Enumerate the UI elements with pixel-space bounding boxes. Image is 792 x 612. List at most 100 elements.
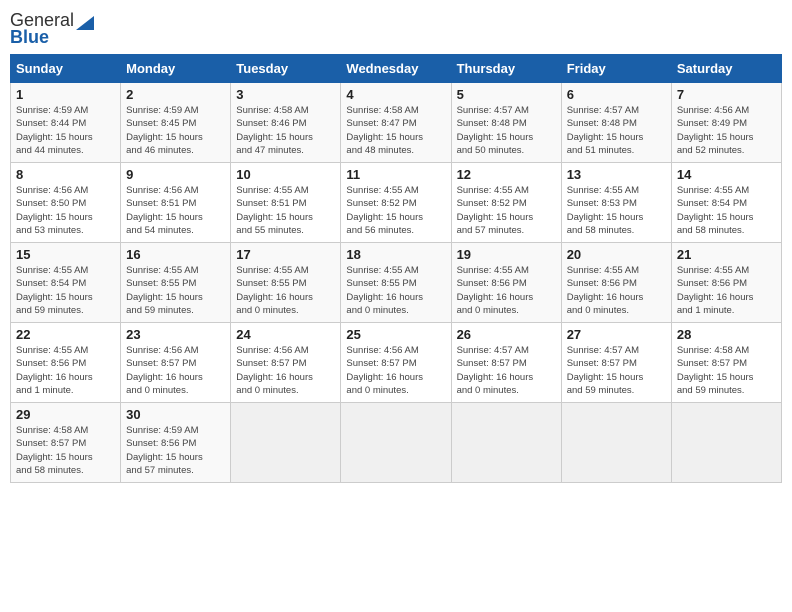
day-number: 15 bbox=[16, 247, 115, 262]
calendar-cell bbox=[231, 403, 341, 483]
day-number: 10 bbox=[236, 167, 335, 182]
calendar-cell: 27 Sunrise: 4:57 AM Sunset: 8:57 PM Dayli… bbox=[561, 323, 671, 403]
day-info: Sunrise: 4:59 AM Sunset: 8:44 PM Dayligh… bbox=[16, 104, 115, 157]
day-number: 3 bbox=[236, 87, 335, 102]
calendar-cell: 25 Sunrise: 4:56 AM Sunset: 8:57 PM Dayli… bbox=[341, 323, 451, 403]
day-info: Sunrise: 4:56 AM Sunset: 8:57 PM Dayligh… bbox=[126, 344, 225, 397]
day-number: 27 bbox=[567, 327, 666, 342]
day-number: 23 bbox=[126, 327, 225, 342]
calendar-week-1: 1 Sunrise: 4:59 AM Sunset: 8:44 PM Daylig… bbox=[11, 83, 782, 163]
day-number: 7 bbox=[677, 87, 776, 102]
logo-blue-text: Blue bbox=[10, 27, 49, 48]
calendar-cell: 23 Sunrise: 4:56 AM Sunset: 8:57 PM Dayli… bbox=[121, 323, 231, 403]
day-info: Sunrise: 4:57 AM Sunset: 8:57 PM Dayligh… bbox=[567, 344, 666, 397]
day-number: 13 bbox=[567, 167, 666, 182]
calendar-cell: 15 Sunrise: 4:55 AM Sunset: 8:54 PM Dayli… bbox=[11, 243, 121, 323]
calendar-cell: 19 Sunrise: 4:55 AM Sunset: 8:56 PM Dayli… bbox=[451, 243, 561, 323]
day-header-monday: Monday bbox=[121, 55, 231, 83]
day-info: Sunrise: 4:56 AM Sunset: 8:49 PM Dayligh… bbox=[677, 104, 776, 157]
day-info: Sunrise: 4:58 AM Sunset: 8:57 PM Dayligh… bbox=[677, 344, 776, 397]
calendar-cell: 20 Sunrise: 4:55 AM Sunset: 8:56 PM Dayli… bbox=[561, 243, 671, 323]
calendar-header-row: SundayMondayTuesdayWednesdayThursdayFrid… bbox=[11, 55, 782, 83]
day-info: Sunrise: 4:55 AM Sunset: 8:55 PM Dayligh… bbox=[236, 264, 335, 317]
calendar-week-5: 29 Sunrise: 4:58 AM Sunset: 8:57 PM Dayli… bbox=[11, 403, 782, 483]
day-number: 19 bbox=[457, 247, 556, 262]
day-info: Sunrise: 4:56 AM Sunset: 8:51 PM Dayligh… bbox=[126, 184, 225, 237]
calendar-cell: 6 Sunrise: 4:57 AM Sunset: 8:48 PM Daylig… bbox=[561, 83, 671, 163]
day-number: 4 bbox=[346, 87, 445, 102]
day-number: 16 bbox=[126, 247, 225, 262]
day-header-sunday: Sunday bbox=[11, 55, 121, 83]
calendar-cell: 11 Sunrise: 4:55 AM Sunset: 8:52 PM Dayli… bbox=[341, 163, 451, 243]
calendar-week-3: 15 Sunrise: 4:55 AM Sunset: 8:54 PM Dayli… bbox=[11, 243, 782, 323]
logo: General Blue bbox=[10, 10, 94, 48]
day-info: Sunrise: 4:55 AM Sunset: 8:51 PM Dayligh… bbox=[236, 184, 335, 237]
day-number: 11 bbox=[346, 167, 445, 182]
day-info: Sunrise: 4:55 AM Sunset: 8:56 PM Dayligh… bbox=[16, 344, 115, 397]
day-number: 20 bbox=[567, 247, 666, 262]
calendar-table: SundayMondayTuesdayWednesdayThursdayFrid… bbox=[10, 54, 782, 483]
day-number: 26 bbox=[457, 327, 556, 342]
day-number: 30 bbox=[126, 407, 225, 422]
calendar-cell: 24Sunrise: 4:56 AM Sunset: 8:57 PM Dayli… bbox=[231, 323, 341, 403]
calendar-cell: 29 Sunrise: 4:58 AM Sunset: 8:57 PM Dayli… bbox=[11, 403, 121, 483]
day-number: 17 bbox=[236, 247, 335, 262]
day-info: Sunrise: 4:55 AM Sunset: 8:53 PM Dayligh… bbox=[567, 184, 666, 237]
calendar-cell: 16Sunrise: 4:55 AM Sunset: 8:55 PM Dayli… bbox=[121, 243, 231, 323]
day-info: Sunrise: 4:55 AM Sunset: 8:52 PM Dayligh… bbox=[457, 184, 556, 237]
day-number: 21 bbox=[677, 247, 776, 262]
header: General Blue bbox=[10, 10, 782, 48]
day-info: Sunrise: 4:58 AM Sunset: 8:47 PM Dayligh… bbox=[346, 104, 445, 157]
day-info: Sunrise: 4:59 AM Sunset: 8:56 PM Dayligh… bbox=[126, 424, 225, 477]
day-info: Sunrise: 4:55 AM Sunset: 8:56 PM Dayligh… bbox=[677, 264, 776, 317]
day-info: Sunrise: 4:56 AM Sunset: 8:57 PM Dayligh… bbox=[346, 344, 445, 397]
calendar-week-2: 8 Sunrise: 4:56 AM Sunset: 8:50 PM Daylig… bbox=[11, 163, 782, 243]
calendar-cell: 2Sunrise: 4:59 AM Sunset: 8:45 PM Daylig… bbox=[121, 83, 231, 163]
day-info: Sunrise: 4:57 AM Sunset: 8:57 PM Dayligh… bbox=[457, 344, 556, 397]
day-info: Sunrise: 4:55 AM Sunset: 8:52 PM Dayligh… bbox=[346, 184, 445, 237]
calendar-week-4: 22Sunrise: 4:55 AM Sunset: 8:56 PM Dayli… bbox=[11, 323, 782, 403]
day-number: 1 bbox=[16, 87, 115, 102]
day-header-saturday: Saturday bbox=[671, 55, 781, 83]
day-info: Sunrise: 4:59 AM Sunset: 8:45 PM Dayligh… bbox=[126, 104, 225, 157]
day-info: Sunrise: 4:58 AM Sunset: 8:46 PM Dayligh… bbox=[236, 104, 335, 157]
day-number: 29 bbox=[16, 407, 115, 422]
day-info: Sunrise: 4:56 AM Sunset: 8:50 PM Dayligh… bbox=[16, 184, 115, 237]
calendar-cell: 8 Sunrise: 4:56 AM Sunset: 8:50 PM Daylig… bbox=[11, 163, 121, 243]
day-info: Sunrise: 4:58 AM Sunset: 8:57 PM Dayligh… bbox=[16, 424, 115, 477]
day-info: Sunrise: 4:55 AM Sunset: 8:54 PM Dayligh… bbox=[677, 184, 776, 237]
day-info: Sunrise: 4:55 AM Sunset: 8:56 PM Dayligh… bbox=[567, 264, 666, 317]
calendar-cell: 10 Sunrise: 4:55 AM Sunset: 8:51 PM Dayli… bbox=[231, 163, 341, 243]
day-number: 5 bbox=[457, 87, 556, 102]
day-number: 14 bbox=[677, 167, 776, 182]
day-number: 9 bbox=[126, 167, 225, 182]
calendar-cell: 12Sunrise: 4:55 AM Sunset: 8:52 PM Dayli… bbox=[451, 163, 561, 243]
calendar-body: 1 Sunrise: 4:59 AM Sunset: 8:44 PM Daylig… bbox=[11, 83, 782, 483]
day-info: Sunrise: 4:57 AM Sunset: 8:48 PM Dayligh… bbox=[567, 104, 666, 157]
calendar-cell: 18 Sunrise: 4:55 AM Sunset: 8:55 PM Dayli… bbox=[341, 243, 451, 323]
day-number: 18 bbox=[346, 247, 445, 262]
day-header-friday: Friday bbox=[561, 55, 671, 83]
calendar-cell: 3 Sunrise: 4:58 AM Sunset: 8:46 PM Daylig… bbox=[231, 83, 341, 163]
calendar-cell: 21 Sunrise: 4:55 AM Sunset: 8:56 PM Dayli… bbox=[671, 243, 781, 323]
calendar-cell: 4 Sunrise: 4:58 AM Sunset: 8:47 PM Daylig… bbox=[341, 83, 451, 163]
day-header-wednesday: Wednesday bbox=[341, 55, 451, 83]
day-header-tuesday: Tuesday bbox=[231, 55, 341, 83]
day-info: Sunrise: 4:57 AM Sunset: 8:48 PM Dayligh… bbox=[457, 104, 556, 157]
logo-icon bbox=[76, 12, 94, 30]
day-header-thursday: Thursday bbox=[451, 55, 561, 83]
calendar-cell: 28Sunrise: 4:58 AM Sunset: 8:57 PM Dayli… bbox=[671, 323, 781, 403]
day-number: 8 bbox=[16, 167, 115, 182]
calendar-cell: 17 Sunrise: 4:55 AM Sunset: 8:55 PM Dayli… bbox=[231, 243, 341, 323]
calendar-cell: 26 Sunrise: 4:57 AM Sunset: 8:57 PM Dayli… bbox=[451, 323, 561, 403]
day-number: 25 bbox=[346, 327, 445, 342]
day-info: Sunrise: 4:55 AM Sunset: 8:56 PM Dayligh… bbox=[457, 264, 556, 317]
calendar-cell: 13 Sunrise: 4:55 AM Sunset: 8:53 PM Dayli… bbox=[561, 163, 671, 243]
calendar-cell bbox=[561, 403, 671, 483]
calendar-cell bbox=[671, 403, 781, 483]
calendar-cell: 30 Sunrise: 4:59 AM Sunset: 8:56 PM Dayli… bbox=[121, 403, 231, 483]
calendar-cell: 22Sunrise: 4:55 AM Sunset: 8:56 PM Dayli… bbox=[11, 323, 121, 403]
day-info: Sunrise: 4:55 AM Sunset: 8:54 PM Dayligh… bbox=[16, 264, 115, 317]
day-number: 6 bbox=[567, 87, 666, 102]
day-info: Sunrise: 4:55 AM Sunset: 8:55 PM Dayligh… bbox=[346, 264, 445, 317]
